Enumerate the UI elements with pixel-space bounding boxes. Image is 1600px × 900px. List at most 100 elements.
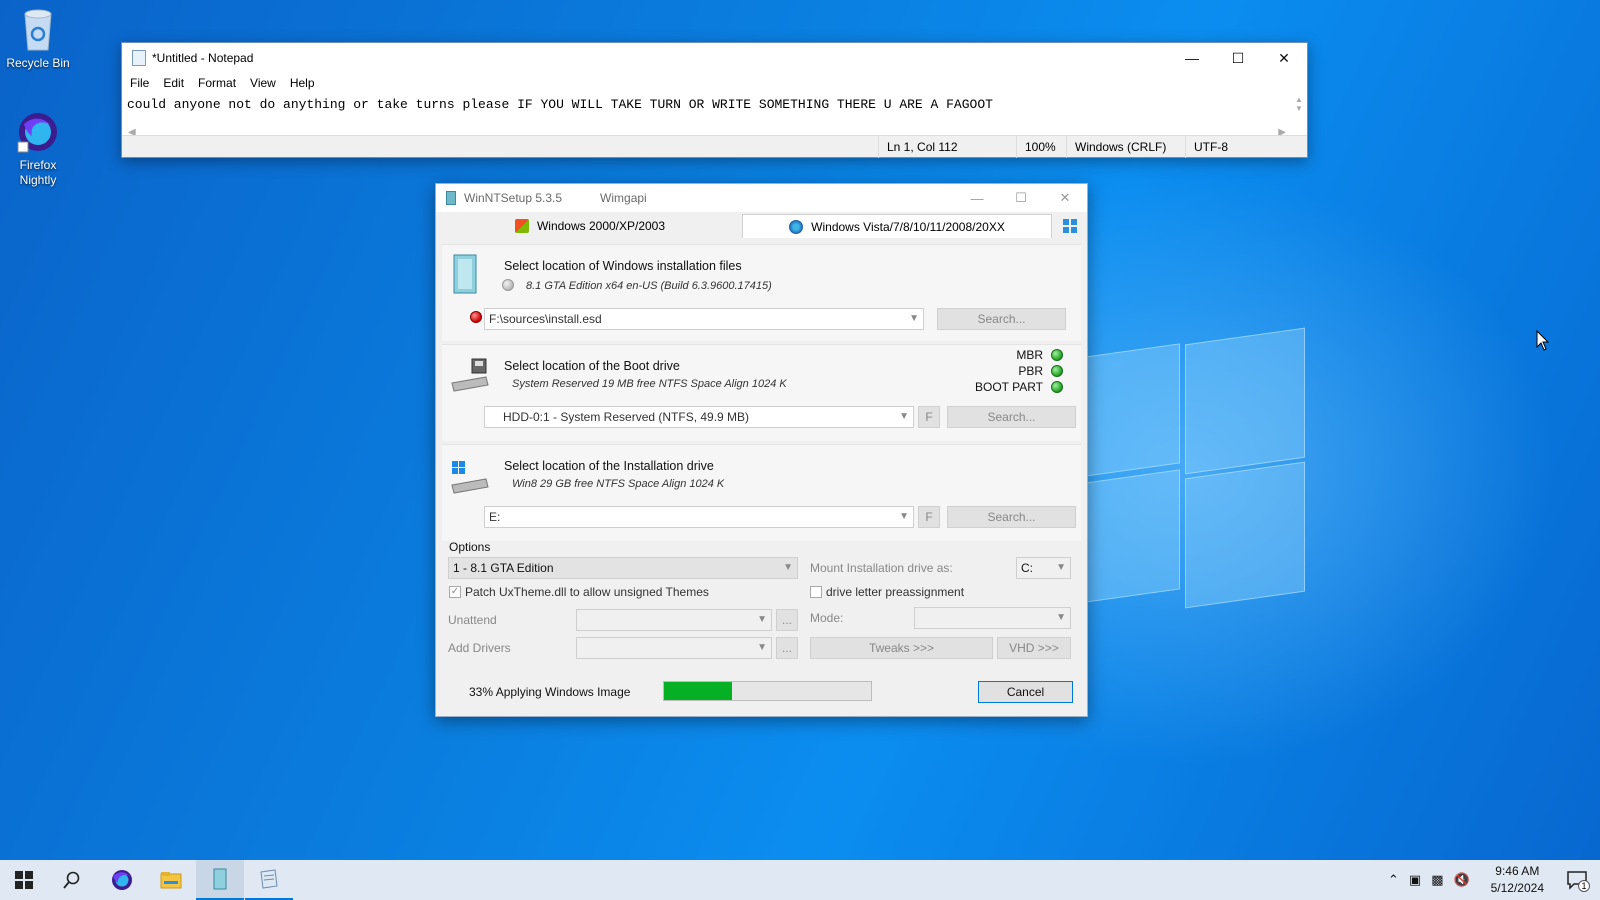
install-drive-format-button[interactable]: F (918, 506, 940, 528)
winntsetup-window[interactable]: WinNTSetup 5.3.5 Wimgapi — ☐ ✕ Windows 2… (435, 183, 1088, 717)
vertical-scrollbar[interactable]: ▲ ▼ (1291, 95, 1307, 123)
status-line-ending: Windows (CRLF) (1075, 140, 1167, 154)
winntsetup-titlebar[interactable]: WinNTSetup 5.3.5 Wimgapi — ☐ ✕ (436, 184, 1087, 212)
add-drivers-browse-button[interactable]: ... (776, 637, 798, 659)
install-files-path-combo[interactable]: F:\sources\install.esd ▼ (484, 308, 924, 330)
install-drive-icon (450, 459, 490, 498)
mount-drive-combo[interactable]: C: ▼ (1016, 557, 1071, 579)
install-drive-combo[interactable]: E: ▼ (484, 506, 914, 528)
progress-bar (663, 681, 872, 701)
unattend-browse-button[interactable]: ... (776, 609, 798, 631)
chevron-down-icon[interactable]: ▼ (1056, 562, 1066, 573)
menu-help[interactable]: Help (290, 76, 315, 90)
minimize-button[interactable]: — (955, 184, 999, 212)
patch-uxtheme-checkbox[interactable]: ✓ (449, 586, 461, 598)
notification-count-badge: 1 (1578, 880, 1590, 892)
tab-windows-vista-plus[interactable]: Windows Vista/7/8/10/11/2008/20XX (742, 214, 1052, 238)
minimize-button[interactable]: — (1169, 43, 1215, 73)
close-button[interactable]: ✕ (1261, 43, 1307, 73)
menu-format[interactable]: Format (198, 76, 236, 90)
winntsetup-icon (213, 868, 227, 890)
status-zoom: 100% (1025, 140, 1056, 154)
progress-fill (664, 682, 733, 700)
clock[interactable]: 9:46 AM 5/12/2024 (1491, 863, 1544, 897)
boot-drive-format-button[interactable]: F (918, 406, 940, 428)
cancel-button[interactable]: Cancel (978, 681, 1073, 703)
chevron-down-icon[interactable]: ▼ (783, 562, 793, 573)
tweaks-button[interactable]: Tweaks >>> (810, 637, 993, 659)
firefox-icon (112, 870, 132, 890)
install-drive-title: Select location of the Installation driv… (504, 459, 714, 473)
close-button[interactable]: ✕ (1043, 184, 1087, 212)
add-drivers-combo[interactable]: ▼ (576, 637, 772, 659)
desktop-icon-recycle-bin[interactable]: Recycle Bin (0, 6, 76, 70)
desktop-icon-label: Firefox Nightly (19, 158, 57, 187)
drive-letter-preassignment-label: drive letter preassignment (826, 585, 965, 599)
maximize-button[interactable]: ☐ (999, 184, 1043, 212)
system-tray: ⌃ ▣ ▩ 🔇 (1388, 860, 1470, 900)
chevron-down-icon[interactable]: ▼ (1056, 612, 1066, 623)
chevron-down-icon[interactable]: ▼ (757, 614, 767, 625)
progress-status-text: 33% Applying Windows Image (469, 685, 631, 699)
chevron-up-icon[interactable]: ⌃ (1388, 872, 1399, 888)
install-files-section: Select location of Windows installation … (442, 244, 1081, 341)
firefox-nightly-icon (16, 110, 60, 154)
chevron-down-icon[interactable]: ▼ (899, 511, 909, 522)
network-icon[interactable]: ▩ (1431, 872, 1443, 888)
boot-part-status-dot (1051, 381, 1063, 393)
taskbar-winntsetup[interactable] (196, 860, 244, 900)
mode-label: Mode: (810, 611, 844, 625)
notepad-icon (132, 50, 146, 66)
install-drive-section: Select location of the Installation driv… (442, 444, 1081, 541)
pbr-status-dot (1051, 365, 1063, 377)
status-dot-grey (502, 279, 514, 291)
winntsetup-icon (446, 191, 456, 205)
chevron-down-icon[interactable]: ▼ (899, 411, 909, 422)
start-button[interactable] (0, 860, 48, 900)
taskbar-file-explorer[interactable] (147, 860, 195, 900)
boot-drive-icon (450, 357, 490, 396)
windows-xp-flag-icon (514, 219, 529, 233)
vhd-button[interactable]: VHD >>> (997, 637, 1071, 659)
install-media-icon (450, 253, 480, 300)
install-drive-search-button[interactable]: Search... (947, 506, 1076, 528)
notification-center-button[interactable]: 1 (1566, 870, 1590, 892)
os-tabs: Windows 2000/XP/2003 Windows Vista/7/8/1… (436, 212, 1087, 238)
file-explorer-icon (160, 872, 182, 889)
chevron-down-icon[interactable]: ▼ (909, 313, 919, 324)
boot-drive-search-button[interactable]: Search... (947, 406, 1076, 428)
taskbar-notepad[interactable] (245, 860, 293, 900)
desktop-icon-firefox-nightly[interactable]: Firefox Nightly (0, 110, 76, 188)
install-files-search-button[interactable]: Search... (937, 308, 1066, 330)
maximize-button[interactable]: ☐ (1215, 43, 1261, 73)
chevron-down-icon[interactable]: ▼ (757, 642, 767, 653)
window-title: *Untitled - Notepad (152, 51, 254, 65)
mode-combo[interactable]: ▼ (914, 607, 1071, 629)
notepad-titlebar[interactable]: *Untitled - Notepad (122, 43, 1307, 73)
status-dot-red (470, 311, 482, 323)
notepad-window[interactable]: *Untitled - Notepad — ☐ ✕ File Edit Form… (121, 42, 1308, 158)
boot-drive-combo[interactable]: HDD-0:1 - System Reserved (NTFS, 49.9 MB… (484, 406, 914, 428)
volume-muted-icon[interactable]: 🔇 (1454, 872, 1470, 888)
search-button[interactable] (48, 860, 96, 900)
menu-view[interactable]: View (250, 76, 276, 90)
menu-edit[interactable]: Edit (163, 76, 184, 90)
boot-drive-section: Select location of the Boot drive System… (442, 344, 1081, 441)
status-encoding: UTF-8 (1194, 140, 1228, 154)
status-bar: Ln 1, Col 112 100% Windows (CRLF) UTF-8 (122, 135, 1307, 158)
tab-windows-2000-xp[interactable]: Windows 2000/XP/2003 (440, 214, 740, 238)
windows-logo-icon (1062, 218, 1078, 234)
unattend-combo[interactable]: ▼ (576, 609, 772, 631)
device-icon[interactable]: ▣ (1409, 872, 1421, 888)
menu-file[interactable]: File (130, 76, 149, 90)
text-editor[interactable]: could anyone not do anything or take tur… (122, 93, 1307, 115)
window-title-extra: Wimgapi (600, 191, 647, 205)
pbr-label: PBR (1018, 364, 1043, 378)
drive-letter-preassignment-checkbox[interactable] (810, 586, 822, 598)
options-label: Options (449, 540, 491, 554)
edition-combo[interactable]: 1 - 8.1 GTA Edition ▼ (448, 557, 798, 579)
taskbar-firefox[interactable] (98, 860, 146, 900)
window-title: WinNTSetup 5.3.5 (464, 191, 563, 205)
clock-time: 9:46 AM (1495, 864, 1540, 878)
mbr-status-dot (1051, 349, 1063, 361)
